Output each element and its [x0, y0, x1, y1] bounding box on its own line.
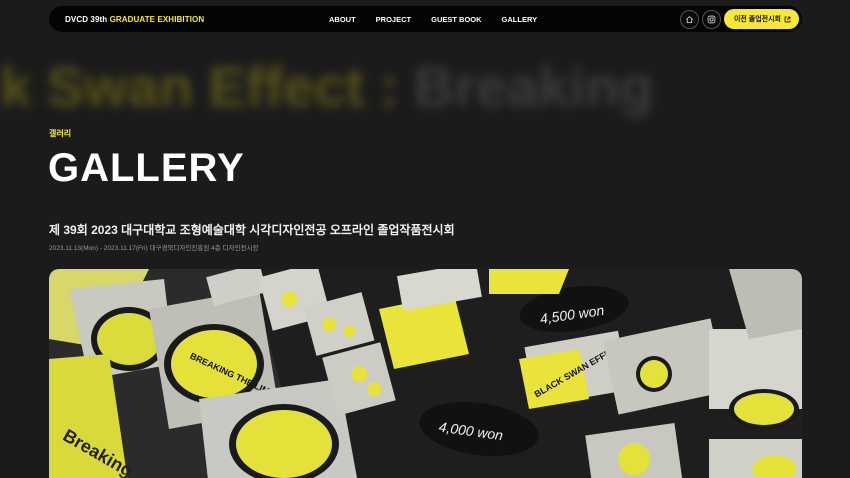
page-title: GALLERY [48, 146, 245, 190]
home-button[interactable] [679, 9, 699, 29]
top-navbar: DVCD 39th GRADUATE EXHIBITION ABOUT PROJ… [49, 6, 802, 32]
external-link-icon [784, 16, 791, 22]
marquee-rest: Breaking [413, 55, 654, 118]
menu-item-guest-book[interactable]: GUEST BOOK [431, 15, 481, 24]
menu-item-gallery[interactable]: GALLERY [502, 15, 538, 24]
instagram-icon [707, 15, 716, 23]
instagram-button[interactable] [701, 9, 721, 29]
section-eyebrow: 갤러리 [49, 129, 72, 138]
menu-item-about[interactable]: ABOUT [329, 15, 356, 24]
brand-highlight: GRADUATE EXHIBITION [109, 14, 205, 24]
main-menu: ABOUT PROJECT GUEST BOOK GALLERY [329, 6, 557, 32]
marquee-highlight: k Swan Effect : [0, 55, 414, 118]
home-icon [686, 15, 693, 23]
page: DVCD 39th GRADUATE EXHIBITION ABOUT PROJ… [0, 0, 850, 478]
previous-exhibition-label: 이전 졸업전시회 [733, 16, 781, 23]
gallery-photo-image: BREAKING THE LIMITS Breaking 4,500 won 4… [49, 269, 802, 478]
menu-item-project[interactable]: PROJECT [376, 15, 411, 24]
blurred-marquee-text: k Swan Effect : Breaking [0, 52, 850, 122]
brand-prefix: DVCD 39th [65, 14, 108, 24]
nav-actions: 이전 졸업전시회 [679, 9, 799, 29]
gallery-photo[interactable]: BREAKING THE LIMITS Breaking 4,500 won 4… [49, 269, 802, 478]
exhibition-date-venue: 2023.11.13(Mon) - 2023.11.17(Fri) 대구경북디자… [49, 245, 259, 252]
brand-logo[interactable]: DVCD 39th GRADUATE EXHIBITION [65, 15, 204, 24]
exhibition-subtitle: 제 39회 2023 대구대학교 조형예술대학 시각디자인전공 오프라인 졸업작… [49, 223, 455, 237]
previous-exhibition-button[interactable]: 이전 졸업전시회 [723, 9, 799, 29]
